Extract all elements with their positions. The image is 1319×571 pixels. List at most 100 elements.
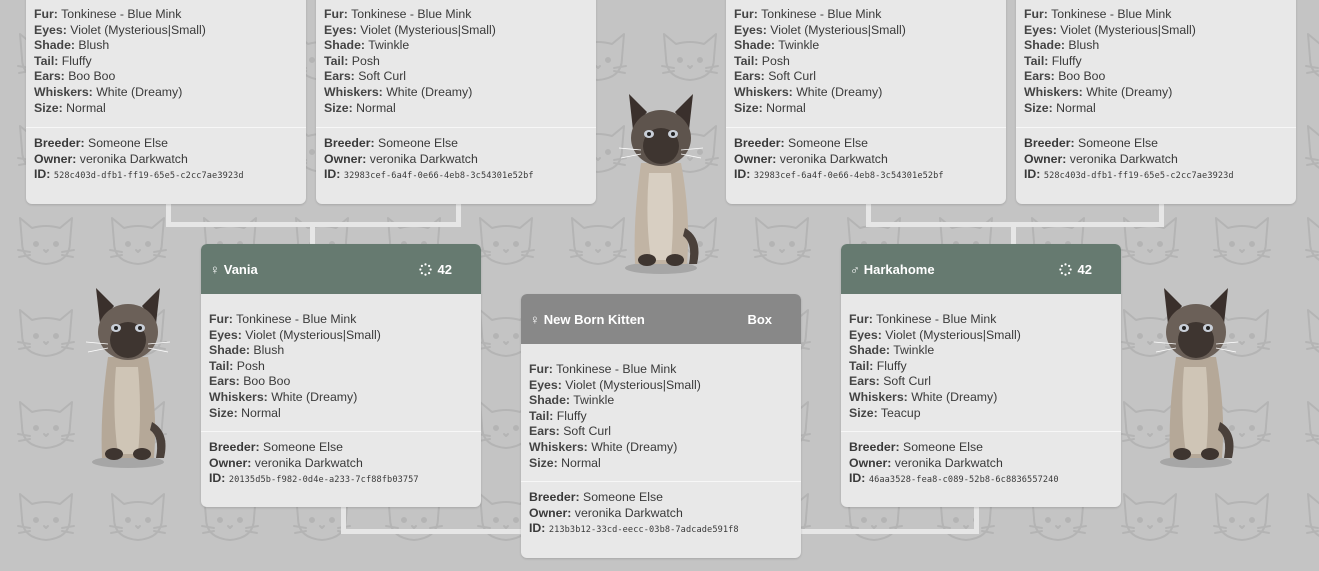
mother-card-header: ♀ Vania 42 (201, 244, 481, 294)
eyes-row: Eyes: Violet (Mysterious|Small) (529, 378, 793, 394)
mother-card[interactable]: ♀ Vania 42 Fur: Tonkinese - Blue Mink Ey… (201, 244, 481, 507)
eyes-value: Violet (Mysterious|Small) (1060, 22, 1196, 37)
shade-row: Shade: Twinkle (324, 38, 588, 54)
father-card[interactable]: ♂ Harkahome 42 Fur: Tonkinese - Blue Min… (841, 244, 1121, 507)
id-label: ID: (209, 471, 226, 486)
whiskers-row: Whiskers: White (Dreamy) (1024, 85, 1288, 101)
whiskers-label: Whiskers: (529, 439, 588, 454)
ears-label: Ears: (849, 374, 880, 389)
ears-label: Ears: (34, 69, 65, 84)
connector-line (1011, 222, 1016, 246)
eyes-value: Violet (Mysterious|Small) (885, 327, 1021, 342)
tail-label: Tail: (324, 53, 349, 68)
tail-row: Tail: Fluffy (849, 359, 1113, 375)
shade-row: Shade: Twinkle (529, 393, 793, 409)
fur-value: Tonkinese - Blue Mink (761, 7, 882, 21)
shade-value: Blush (78, 38, 110, 53)
id-row: ID: 528c403d-dfb1-ff19-65e5-c2cc7ae3923d (34, 167, 298, 185)
ears-row: Ears: Soft Curl (849, 374, 1113, 390)
trait-list: Fur: Tonkinese - Blue Mink Eyes: Violet … (521, 344, 801, 477)
fur-label: Fur: (1024, 7, 1048, 21)
owner-label: Owner: (849, 455, 892, 470)
ears-label: Ears: (1024, 69, 1055, 84)
ears-value: Soft Curl (563, 424, 612, 439)
kitten-card[interactable]: ♀ New Born Kitten Box Fur: Tonkinese - B… (521, 294, 801, 558)
size-row: Size: Normal (529, 456, 793, 472)
owner-label: Owner: (209, 455, 252, 470)
ears-value: Boo Boo (68, 69, 116, 84)
whiskers-value: White (Dreamy) (911, 389, 998, 404)
whiskers-label: Whiskers: (849, 389, 908, 404)
cat-name-text: New Born Kitten (543, 311, 645, 327)
id-label: ID: (34, 167, 51, 182)
eyes-row: Eyes: Violet (Mysterious|Small) (34, 23, 298, 39)
fur-value: Tonkinese - Blue Mink (876, 312, 997, 326)
badge-value: 42 (1077, 261, 1092, 277)
cat-name: ♀ Vania (210, 262, 258, 277)
id-value: 46aa3528-fea8-c089-52b8-6c8836557240 (868, 475, 1059, 486)
connector-line (456, 202, 461, 224)
size-value: Normal (66, 100, 106, 115)
shade-value: Twinkle (573, 393, 615, 408)
ownership-info: Breeder: Someone Else Owner: veronika Da… (521, 481, 801, 545)
size-row: Size: Teacup (849, 406, 1113, 422)
fur-row: Fur: Tonkinese - Blue Mink (324, 7, 588, 23)
tail-value: Fluffy (61, 53, 92, 68)
kitten-cat-portrait[interactable] (611, 88, 711, 278)
eyes-label: Eyes: (849, 327, 882, 342)
box-button[interactable]: Box (747, 312, 792, 327)
size-label: Size: (324, 100, 353, 115)
owner-label: Owner: (324, 151, 367, 166)
connector-line (1159, 202, 1164, 224)
owner-value: veronika Darkwatch (254, 455, 363, 470)
whiskers-row: Whiskers: White (Dreamy) (529, 440, 793, 456)
breeder-value: Someone Else (788, 136, 868, 151)
cat-name: ♀ New Born Kitten (530, 312, 645, 327)
fur-row: Fur: Tonkinese - Blue Mink (734, 7, 998, 23)
tail-label: Tail: (529, 408, 554, 423)
eyes-row: Eyes: Violet (Mysterious|Small) (209, 328, 473, 344)
eyes-label: Eyes: (324, 22, 357, 37)
whiskers-value: White (Dreamy) (271, 389, 358, 404)
breeder-row: Breeder: Someone Else (34, 136, 298, 152)
owner-value: veronika Darkwatch (574, 505, 683, 520)
generation-badge: 42 (1058, 261, 1112, 277)
ownership-info: Breeder: Someone Else Owner: veronika Da… (1016, 127, 1296, 191)
owner-value: veronika Darkwatch (779, 151, 888, 166)
ears-label: Ears: (209, 374, 240, 389)
shade-value: Blush (1068, 38, 1100, 53)
fur-label: Fur: (849, 312, 873, 326)
shade-label: Shade: (529, 393, 570, 408)
tail-label: Tail: (1024, 53, 1049, 68)
eyes-value: Violet (Mysterious|Small) (360, 22, 496, 37)
eyes-value: Violet (Mysterious|Small) (70, 22, 206, 37)
shade-value: Blush (253, 343, 285, 358)
badge-value: 42 (437, 261, 452, 277)
father-cat-portrait[interactable] (1146, 282, 1246, 472)
id-label: ID: (324, 167, 341, 182)
owner-row: Owner: veronika Darkwatch (209, 456, 473, 472)
eyes-label: Eyes: (734, 22, 767, 37)
mother-cat-portrait[interactable] (78, 282, 178, 472)
shade-label: Shade: (34, 38, 75, 53)
owner-value: veronika Darkwatch (1069, 151, 1178, 166)
id-row: ID: 528c403d-dfb1-ff19-65e5-c2cc7ae3923d (1024, 167, 1288, 185)
tail-row: Tail: Posh (209, 359, 473, 375)
tail-label: Tail: (209, 358, 234, 373)
id-value: 213b3b12-33cd-eecc-03b8-7adcade591f8 (548, 525, 739, 536)
id-label: ID: (849, 471, 866, 486)
fur-value: Tonkinese - Blue Mink (236, 312, 357, 326)
shade-value: Twinkle (368, 38, 410, 53)
shade-label: Shade: (1024, 38, 1065, 53)
tail-label: Tail: (734, 53, 759, 68)
fur-label: Fur: (734, 7, 758, 21)
tail-row: Tail: Fluffy (1024, 54, 1288, 70)
fur-value: Tonkinese - Blue Mink (556, 362, 677, 376)
breeder-row: Breeder: Someone Else (529, 490, 793, 506)
breeder-row: Breeder: Someone Else (1024, 136, 1288, 152)
whiskers-value: White (Dreamy) (1086, 84, 1173, 99)
shade-row: Shade: Blush (209, 343, 473, 359)
generation-badge: 42 (418, 261, 472, 277)
connector-line (341, 529, 526, 534)
ears-value: Soft Curl (358, 69, 407, 84)
